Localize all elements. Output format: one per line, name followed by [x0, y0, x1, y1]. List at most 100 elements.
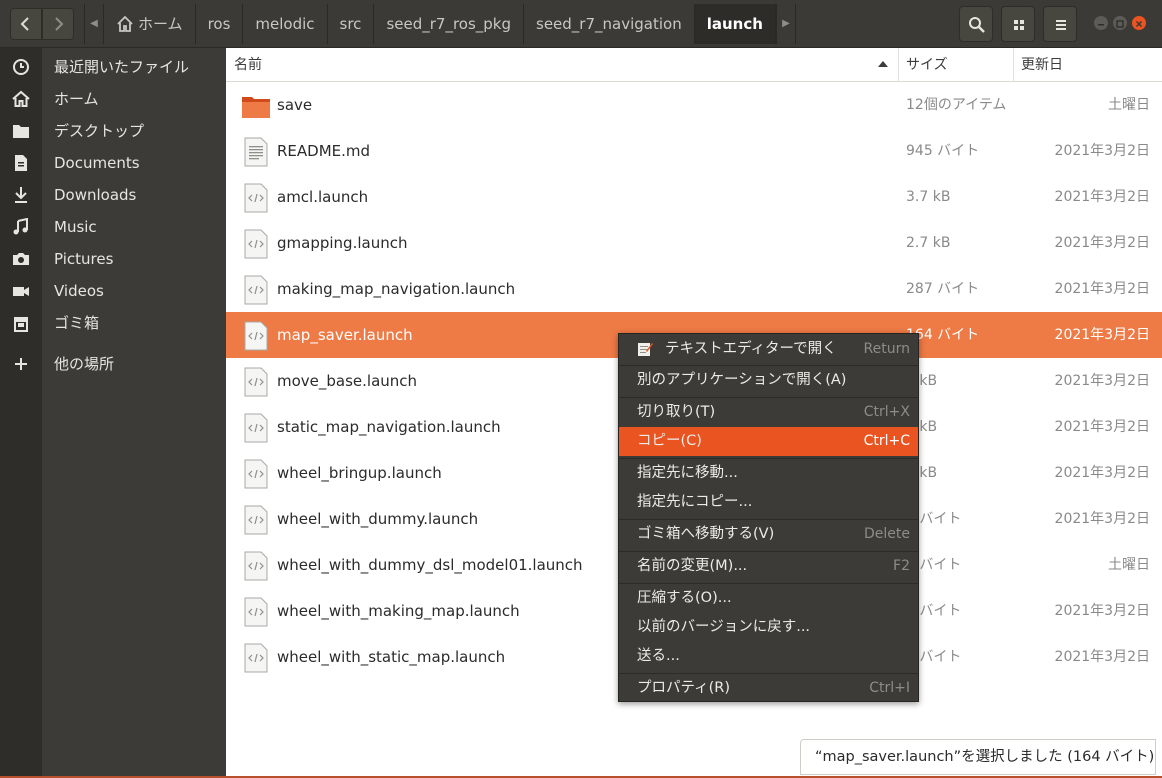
- text-editor-icon: [638, 343, 653, 356]
- close-button[interactable]: [1132, 16, 1146, 30]
- view-toggle-button[interactable]: [1001, 6, 1035, 42]
- context-menu: テキストエディターで開く Return 別のアプリケーションで開く(A) 切り取…: [618, 333, 919, 702]
- search-icon: [969, 17, 985, 33]
- menu-item-label: 圧縮する(O)...: [637, 590, 732, 606]
- file-date: 2021年3月2日: [1054, 235, 1150, 251]
- xml-file-icon: [244, 413, 268, 443]
- menu-item-copy[interactable]: コピー(C) Ctrl+C: [619, 427, 918, 456]
- menu-item-shortcut: Return: [863, 341, 910, 357]
- plus-icon: [15, 358, 27, 370]
- breadcrumb: ◀ ホーム ros melodic src seed_r7_ros_pkg se…: [84, 4, 796, 44]
- menu-item-copy-to[interactable]: 指定先にコピー...: [619, 488, 918, 517]
- menu-button[interactable]: [1043, 6, 1077, 42]
- menu-item-label: プロパティ(R): [637, 680, 731, 696]
- xml-file-icon: [244, 597, 268, 627]
- file-size: 3.7 kB: [906, 189, 951, 205]
- chevron-right-icon: [55, 17, 64, 31]
- sidebar-item-downloads[interactable]: Downloads: [54, 185, 136, 205]
- sidebar-item-desktop[interactable]: デスクトップ: [54, 121, 144, 141]
- menu-item-move-to-trash[interactable]: ゴミ箱へ移動する(V) Delete: [619, 520, 918, 549]
- text-file-icon: [244, 137, 268, 167]
- sidebar-item-documents[interactable]: Documents: [54, 153, 140, 173]
- column-modified-header[interactable]: 更新日: [1021, 48, 1063, 82]
- minimize-button[interactable]: [1094, 16, 1108, 30]
- column-separator: [1013, 48, 1014, 82]
- hamburger-menu-icon: [1056, 20, 1066, 30]
- column-name-header[interactable]: 名前: [234, 48, 262, 82]
- menu-item-rename[interactable]: 名前の変更(M)... F2: [619, 552, 918, 581]
- file-name: wheel_with_dummy_dsl_model01.launch: [277, 556, 583, 574]
- forward-button[interactable]: [42, 8, 74, 40]
- maximize-icon: [1116, 20, 1124, 28]
- file-row-save[interactable]: save 12個のアイテム 土曜日: [226, 82, 1162, 128]
- file-name: wheel_with_making_map.launch: [277, 602, 520, 620]
- file-name: save: [277, 96, 313, 114]
- menu-item-label: 切り取り(T): [637, 404, 716, 420]
- sidebar-item-music[interactable]: Music: [54, 217, 97, 237]
- breadcrumb-launch[interactable]: launch: [694, 4, 776, 44]
- xml-file-icon: [244, 275, 268, 305]
- header-bar: ◀ ホーム ros melodic src seed_r7_ros_pkg se…: [0, 0, 1162, 48]
- file-name: map_saver.launch: [277, 326, 413, 344]
- file-row-amcl[interactable]: amcl.launch 3.7 kB 2021年3月2日: [226, 174, 1162, 220]
- breadcrumb-scroll-right[interactable]: ▶: [775, 4, 796, 44]
- file-date: 2021年3月2日: [1054, 143, 1150, 159]
- file-name: making_map_navigation.launch: [277, 280, 516, 298]
- maximize-button[interactable]: [1113, 16, 1127, 30]
- menu-item-label: 以前のバージョンに戻す...: [637, 619, 811, 635]
- column-size-header[interactable]: サイズ: [906, 48, 948, 82]
- menu-item-label: 送る...: [637, 648, 680, 664]
- column-header: 名前 サイズ 更新日: [226, 48, 1162, 82]
- menu-item-send-to[interactable]: 送る...: [619, 642, 918, 671]
- menu-item-open-with[interactable]: 別のアプリケーションで開く(A): [619, 366, 918, 395]
- file-size: 12個のアイテム: [906, 97, 1007, 113]
- breadcrumb-src[interactable]: src: [328, 4, 375, 44]
- file-date: 2021年3月2日: [1054, 511, 1150, 527]
- breadcrumb-melodic[interactable]: melodic: [243, 4, 328, 44]
- sidebar-item-recent[interactable]: 最近開いたファイル: [54, 57, 189, 77]
- menu-item-open-text-editor[interactable]: テキストエディターで開く Return: [619, 335, 918, 364]
- xml-file-icon: [244, 321, 268, 351]
- menu-item-label: コピー(C): [637, 433, 702, 449]
- file-row-making-map-navigation[interactable]: making_map_navigation.launch 287 バイト 202…: [226, 266, 1162, 312]
- file-row-gmapping[interactable]: gmapping.launch 2.7 kB 2021年3月2日: [226, 220, 1162, 266]
- document-icon: [15, 155, 27, 171]
- menu-item-shortcut: Ctrl+C: [863, 433, 910, 449]
- camera-icon: [13, 253, 29, 265]
- menu-item-properties[interactable]: プロパティ(R) Ctrl+I: [619, 674, 918, 703]
- back-button[interactable]: [10, 8, 42, 40]
- sidebar-item-home[interactable]: ホーム: [54, 89, 99, 109]
- search-button[interactable]: [959, 6, 993, 42]
- breadcrumb-seed-r7-ros-pkg[interactable]: seed_r7_ros_pkg: [374, 4, 525, 44]
- file-name: gmapping.launch: [277, 234, 408, 252]
- breadcrumb-scroll-left[interactable]: ◀: [84, 4, 104, 44]
- menu-item-compress[interactable]: 圧縮する(O)...: [619, 584, 918, 613]
- menu-item-shortcut: Delete: [864, 526, 910, 542]
- breadcrumb-ros[interactable]: ros: [196, 4, 244, 44]
- sidebar-item-videos[interactable]: Videos: [54, 281, 104, 301]
- chevron-left-icon: [20, 17, 29, 31]
- breadcrumb-home[interactable]: ホーム: [104, 4, 196, 44]
- xml-file-icon: [244, 551, 268, 581]
- file-name: README.md: [277, 142, 371, 160]
- xml-file-icon: [244, 229, 268, 259]
- menu-item-cut[interactable]: 切り取り(T) Ctrl+X: [619, 398, 918, 427]
- xml-file-icon: [244, 505, 268, 535]
- sidebar-item-other-locations[interactable]: 他の場所: [54, 354, 114, 374]
- menu-item-label: 別のアプリケーションで開く(A): [637, 372, 847, 388]
- breadcrumb-seed-r7-navigation[interactable]: seed_r7_navigation: [524, 4, 695, 44]
- sidebar-item-trash[interactable]: ゴミ箱: [54, 313, 99, 333]
- file-row-readme[interactable]: README.md 945 バイト 2021年3月2日: [226, 128, 1162, 174]
- xml-file-icon: [244, 183, 268, 213]
- menu-item-move-to[interactable]: 指定先に移動...: [619, 459, 918, 488]
- file-size: 945 バイト: [906, 143, 980, 159]
- sidebar-item-pictures[interactable]: Pictures: [54, 249, 113, 269]
- file-date: 2021年3月2日: [1054, 373, 1150, 389]
- xml-file-icon: [244, 367, 268, 397]
- file-name: wheel_with_static_map.launch: [277, 648, 506, 666]
- file-date: 土曜日: [1108, 97, 1150, 113]
- file-date: 土曜日: [1108, 557, 1150, 573]
- menu-item-revert-version[interactable]: 以前のバージョンに戻す...: [619, 613, 918, 642]
- menu-item-label: 指定先に移動...: [637, 465, 738, 481]
- file-name: amcl.launch: [277, 188, 369, 206]
